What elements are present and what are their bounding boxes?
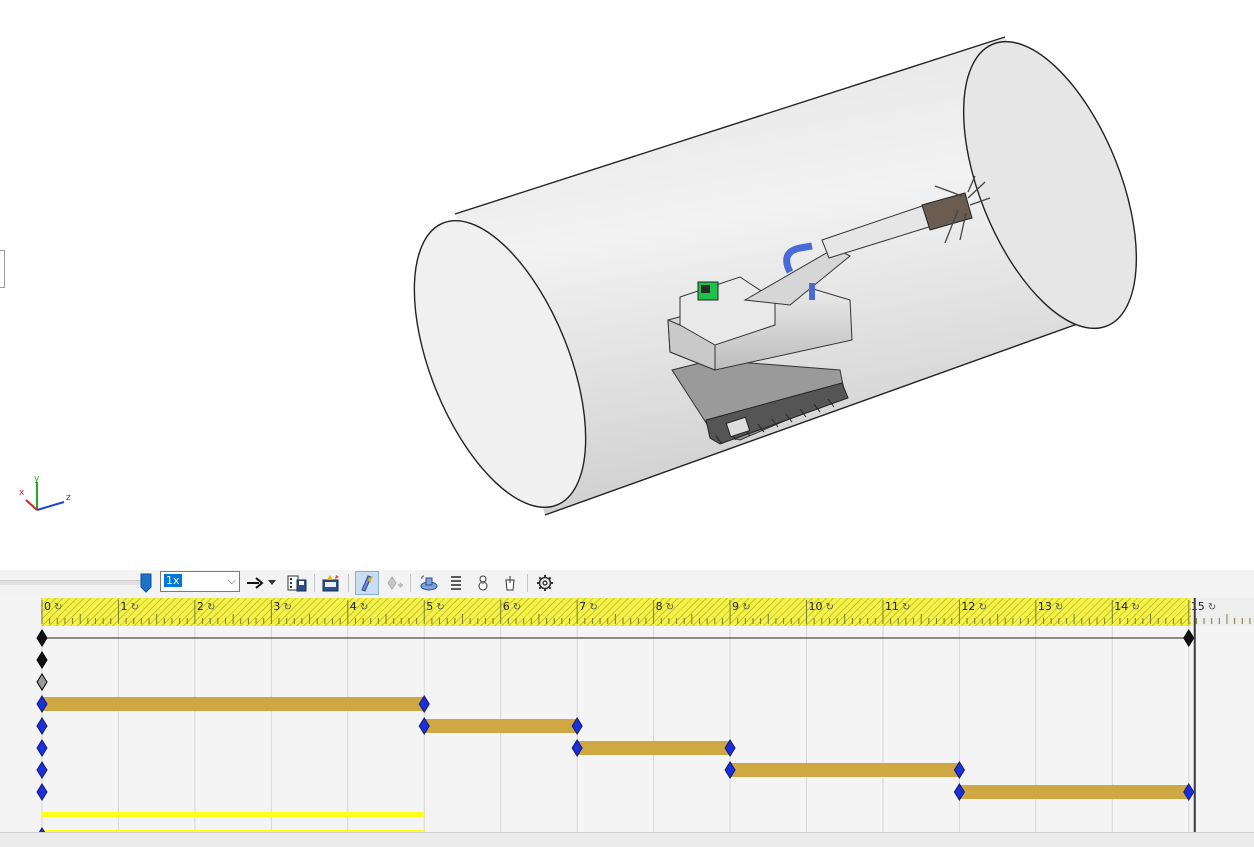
add-key-icon	[384, 572, 406, 594]
change-bar	[730, 763, 960, 777]
keypoint-diamond	[36, 651, 48, 669]
toolbar-separator	[410, 574, 411, 592]
autokey-icon[interactable]	[355, 571, 379, 595]
chevron-down-icon: ⌵	[227, 574, 236, 587]
motor-icon[interactable]	[418, 572, 440, 594]
playback-slider-track[interactable]	[0, 580, 145, 585]
triad-x-label: x	[19, 488, 25, 498]
playback-speed-value: 1x	[164, 574, 182, 587]
playback-slider-thumb[interactable]	[140, 573, 152, 597]
change-bar	[577, 741, 731, 755]
pipe-cylinder	[413, 36, 1138, 516]
toolbar-separator	[527, 574, 528, 592]
animation-wizard-icon[interactable]	[320, 572, 342, 594]
save-animation-icon[interactable]	[286, 572, 308, 594]
toolbar-separator	[314, 574, 315, 592]
contact-icon[interactable]	[472, 572, 494, 594]
triad-z-label: z	[66, 493, 71, 503]
triad-y-label: y	[34, 474, 40, 484]
change-bar	[424, 719, 578, 733]
play-arrow-icon[interactable]	[244, 572, 266, 594]
timeline-tracks[interactable]	[0, 598, 1254, 846]
graphics-viewport[interactable]: y z x	[0, 0, 1254, 570]
dropdown-arrow-icon[interactable]	[266, 572, 278, 594]
properties-gear-icon[interactable]	[534, 572, 556, 594]
timeline-scrollbar[interactable]	[0, 832, 1254, 847]
toolbar-separator	[348, 574, 349, 592]
change-bar	[42, 697, 425, 711]
keypoint-diamond	[36, 717, 48, 735]
side-panel-handle[interactable]	[0, 250, 5, 288]
highlight-bar	[42, 812, 425, 817]
pipe-robot-model[interactable]: y z x	[0, 0, 1254, 570]
spring-icon[interactable]	[445, 572, 467, 594]
keypoint-diamond	[36, 761, 48, 779]
playback-speed-select[interactable]: 1x ⌵	[160, 571, 240, 592]
coordinate-triad: y z x	[19, 474, 71, 511]
keypoint-diamond	[1183, 629, 1195, 647]
keypoint-diamond	[36, 783, 48, 801]
keypoint-diamond	[36, 673, 48, 691]
change-bar	[959, 785, 1189, 799]
keypoint-diamond	[36, 629, 48, 647]
gravity-icon[interactable]	[499, 572, 521, 594]
keypoint-diamond	[36, 739, 48, 757]
